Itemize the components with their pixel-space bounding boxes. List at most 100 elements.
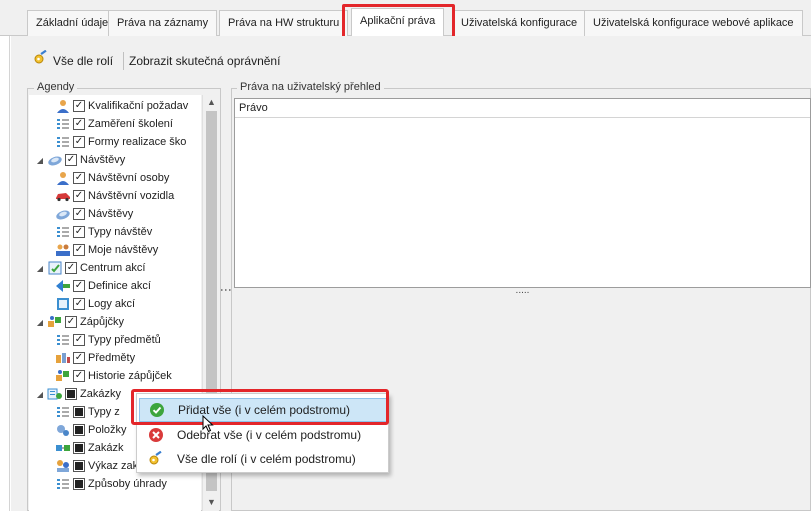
checkbox[interactable] xyxy=(73,424,85,436)
tab-strip: Základní údaje Práva na záznamy Práva na… xyxy=(0,0,811,37)
tree-item-typy-navstev[interactable]: ✓ Typy návštěv xyxy=(55,223,152,241)
tree-item-label: Zakázk xyxy=(88,442,124,454)
tree-item-navstevni-osoby[interactable]: ✓ Návštěvní osoby xyxy=(55,169,169,187)
checkbox[interactable]: ✓ xyxy=(65,316,77,328)
tree-group-zapujcky[interactable]: ◢ ✓ Zápůjčky xyxy=(35,313,124,331)
tree-item-kvalifikacni-pozadavky[interactable]: ✓ Kvalifikační požadav xyxy=(55,97,188,115)
role-key-icon xyxy=(147,450,165,468)
tree-item-formy-realizace[interactable]: ✓ Formy realizace ško xyxy=(55,133,186,151)
tab-uzivatelska-konfigurace-webove-aplikace[interactable]: Uživatelská konfigurace webové aplikace xyxy=(584,10,803,36)
tree-item-label: Definice akcí xyxy=(88,280,151,292)
visit-icon xyxy=(47,153,63,167)
tree-group-zakazky[interactable]: ◢ Zakázky xyxy=(35,385,121,403)
checkbox[interactable]: ✓ xyxy=(73,190,85,202)
menu-item-add-all[interactable]: Přidat vše (i v celém podstromu) xyxy=(139,398,387,422)
list-icon xyxy=(55,405,71,419)
tree-item-label: Způsoby úhrady xyxy=(88,478,167,490)
column-header-pravo[interactable]: Právo xyxy=(235,99,810,118)
tree-item-label: Zakázky xyxy=(80,388,121,400)
horizontal-splitter[interactable]: ..... xyxy=(234,286,811,298)
flag-icon xyxy=(55,279,71,293)
collapse-arrow-icon[interactable]: ◢ xyxy=(35,156,45,165)
tree-item-zamereni-skoleni[interactable]: ✓ Zaměření školení xyxy=(55,115,173,133)
tree-item-zakazky[interactable]: Zakázk xyxy=(55,439,123,457)
tree-group-centrum-akci[interactable]: ◢ ✓ Centrum akcí xyxy=(35,259,145,277)
checkbox[interactable] xyxy=(73,406,85,418)
checkbox[interactable]: ✓ xyxy=(73,370,85,382)
tree-item-navstevy[interactable]: ✓ Návštěvy xyxy=(55,205,133,223)
list-icon xyxy=(55,225,71,239)
tree-item-moje-navstevy[interactable]: ✓ Moje návštěvy xyxy=(55,241,158,259)
tree-item-label: Centrum akcí xyxy=(80,262,146,274)
tree-item-label: Návštěvní osoby xyxy=(88,172,170,184)
checkbox[interactable]: ✓ xyxy=(73,280,85,292)
tree-item-label: Návštěvní vozidla xyxy=(88,190,175,202)
checkbox[interactable] xyxy=(73,478,85,490)
report-icon xyxy=(55,459,71,473)
tree-item-label: Návštěvy xyxy=(88,208,134,220)
loan-icon xyxy=(55,369,71,383)
tree-item-typy-zakazek[interactable]: Typy z xyxy=(55,403,120,421)
tree-item-definice-akci[interactable]: ✓ Definice akcí xyxy=(55,277,151,295)
scroll-down-arrow-icon[interactable]: ▼ xyxy=(203,495,220,509)
checkbox[interactable]: ✓ xyxy=(73,100,85,112)
tree-item-label: Předměty xyxy=(88,352,136,364)
checkbox[interactable]: ✓ xyxy=(73,208,85,220)
loan-icon xyxy=(47,315,63,329)
collapse-arrow-icon[interactable]: ◢ xyxy=(35,318,45,327)
checkbox[interactable] xyxy=(73,442,85,454)
tree-item-typy-predmetu[interactable]: ✓ Typy předmětů xyxy=(55,331,161,349)
role-all-label: Vše dle rolí xyxy=(53,54,114,68)
tree-item-label: Formy realizace ško xyxy=(88,136,187,148)
visit-icon xyxy=(55,207,71,221)
items-icon xyxy=(55,351,71,365)
tree-item-label: Kvalifikační požadav xyxy=(88,100,189,112)
tree-item-label: Zápůjčky xyxy=(80,316,125,328)
tab-zakladni-udaje[interactable]: Základní údaje xyxy=(27,10,118,36)
tree-item-label: Historie zápůjček xyxy=(88,370,172,382)
tree-item-logy-akci[interactable]: ✓ Logy akcí xyxy=(55,295,135,313)
tab-uzivatelska-konfigurace[interactable]: Uživatelská konfigurace xyxy=(452,10,587,36)
context-menu: Přidat vše (i v celém podstromu) Odebrat… xyxy=(136,393,389,473)
checkbox[interactable]: ✓ xyxy=(73,244,85,256)
checkbox[interactable]: ✓ xyxy=(73,118,85,130)
menu-item-remove-all[interactable]: Odebrat vše (i v celém podstromu) xyxy=(139,423,387,447)
tree-item-navstevni-vozidla[interactable]: ✓ Návštěvní vozidla xyxy=(55,187,174,205)
show-real-permissions-button[interactable]: Zobrazit skutečná oprávnění xyxy=(129,50,280,72)
tree-group-navstevy[interactable]: ◢ ✓ Návštěvy xyxy=(35,151,125,169)
menu-item-role-all[interactable]: Vše dle rolí (i v celém podstromu) xyxy=(139,447,387,471)
tree-item-label: Návštěvy xyxy=(80,154,126,166)
checkbox[interactable]: ✓ xyxy=(73,352,85,364)
menu-item-label: Vše dle rolí (i v celém podstromu) xyxy=(177,452,356,466)
checkbox[interactable]: ✓ xyxy=(65,262,77,274)
checkbox[interactable] xyxy=(65,388,77,400)
check-circle-icon xyxy=(148,401,166,419)
scroll-up-arrow-icon[interactable]: ▲ xyxy=(203,95,220,109)
tree-item-predmety[interactable]: ✓ Předměty xyxy=(55,349,135,367)
checkbox[interactable]: ✓ xyxy=(65,154,77,166)
checkbox[interactable]: ✓ xyxy=(73,136,85,148)
rights-grid[interactable]: Právo xyxy=(234,98,811,288)
tab-aplikacni-prava[interactable]: Aplikační práva xyxy=(351,8,445,37)
role-all-button[interactable]: Vše dle rolí xyxy=(33,49,114,72)
tab-prava-na-zaznamy[interactable]: Práva na záznamy xyxy=(108,10,218,36)
log-icon xyxy=(55,297,71,311)
orders-icon xyxy=(47,387,63,401)
show-real-permissions-label: Zobrazit skutečná oprávnění xyxy=(129,54,281,68)
checkbox[interactable]: ✓ xyxy=(73,298,85,310)
collapse-arrow-icon[interactable]: ◢ xyxy=(35,390,45,399)
people-icon xyxy=(55,243,71,257)
mouse-cursor-icon xyxy=(202,414,214,436)
toolbar: Vše dle rolí Zobrazit skutečná oprávnění xyxy=(11,36,811,80)
checkbox[interactable]: ✓ xyxy=(73,226,85,238)
list-icon xyxy=(55,135,71,149)
checkbox[interactable]: ✓ xyxy=(73,334,85,346)
tree-item-historie-zapujcek[interactable]: ✓ Historie zápůjček xyxy=(55,367,172,385)
checkbox[interactable]: ✓ xyxy=(73,172,85,184)
checkbox[interactable] xyxy=(73,460,85,472)
collapse-arrow-icon[interactable]: ◢ xyxy=(35,264,45,273)
tab-prava-na-hw-strukturu[interactable]: Práva na HW strukturu xyxy=(219,10,349,36)
splitter-grip-icon: ⋮ xyxy=(219,284,233,295)
tree-item-polozky[interactable]: Položky xyxy=(55,421,127,439)
tree-item-zpusoby-uhrady[interactable]: Způsoby úhrady xyxy=(55,475,167,493)
